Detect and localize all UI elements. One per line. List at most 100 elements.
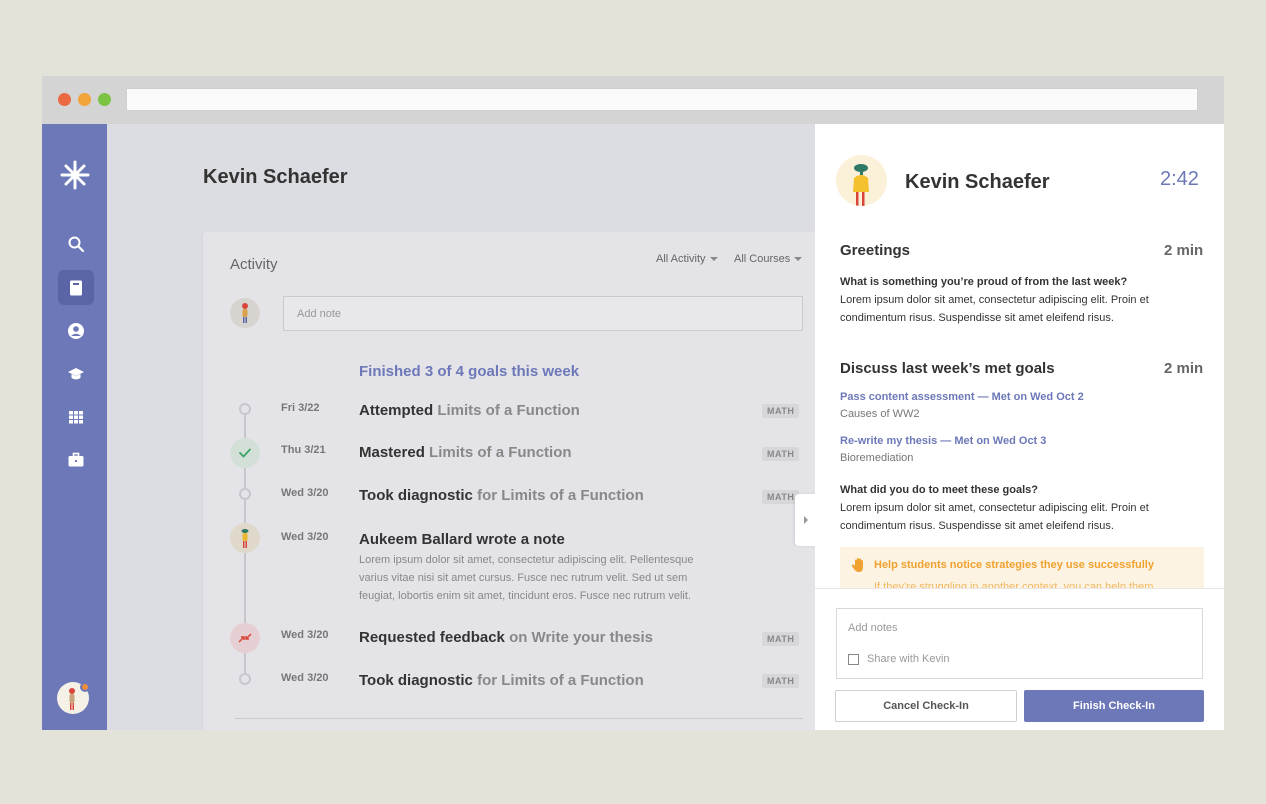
finish-checkin-button[interactable]: Finish Check-In (1024, 690, 1204, 722)
timeline-marker (230, 523, 260, 553)
briefcase-icon (68, 452, 84, 466)
checkin-notes-field[interactable]: Add notes Share with Kevin (836, 608, 1203, 679)
author-avatar (230, 298, 260, 328)
timeline-marker (230, 438, 260, 468)
goals-summary: Finished 3 of 4 goals this week (359, 363, 580, 380)
timeline-date: Wed 3/20 (281, 672, 329, 684)
person-illustration-icon (242, 303, 248, 323)
sidebar-item-courses[interactable] (58, 356, 94, 391)
browser-window: Kevin Schaefer Activity All Activity All… (42, 76, 1224, 730)
goal-link[interactable]: Pass content assessment — Met on Wed Oct… (840, 391, 1084, 403)
sidebar (42, 124, 107, 730)
divider (235, 718, 803, 719)
close-window-button[interactable] (58, 93, 71, 106)
subject-badge: MATH (762, 447, 800, 461)
address-bar[interactable] (126, 88, 1198, 111)
cancel-checkin-button[interactable]: Cancel Check-In (835, 690, 1017, 722)
prompt-question: What did you do to meet these goals? (840, 484, 1039, 496)
section-prompt: What did you do to meet these goals? Lor… (840, 481, 1180, 535)
minimize-window-button[interactable] (78, 93, 91, 106)
subject-badge: MATH (762, 632, 800, 646)
user-avatar[interactable] (57, 682, 90, 714)
chevron-down-icon (794, 257, 803, 262)
chevron-right-icon (804, 516, 808, 524)
sidebar-item-profile[interactable] (58, 313, 94, 348)
sidebar-item-search[interactable] (58, 226, 94, 261)
hand-icon (851, 558, 863, 572)
feedback-arrows-icon (238, 633, 252, 643)
subject-badge: MATH (762, 674, 800, 688)
subject-badge: MATH (762, 490, 800, 504)
coaching-tip: Help students notice strategies they use… (840, 547, 1204, 591)
sidebar-item-book[interactable] (58, 270, 94, 305)
prompt-answer: Lorem ipsum dolor sit amet, consectetur … (840, 502, 1149, 532)
timeline-action: Aukeem Ballard wrote a note (359, 531, 565, 548)
timeline-object: on Write your thesis (509, 629, 653, 646)
course-filter-dropdown[interactable]: All Courses (734, 253, 803, 265)
section-duration: 2 min (1164, 360, 1204, 377)
book-icon (70, 280, 82, 295)
notification-dot (80, 682, 90, 692)
goal-course: Bioremediation (840, 452, 914, 464)
checkbox-icon[interactable] (848, 653, 859, 665)
timeline-marker (239, 403, 251, 415)
timeline-object: Limits of a Function (437, 402, 580, 419)
timeline-action: Attempted (359, 402, 434, 419)
graduation-cap-icon (68, 367, 84, 379)
share-checkbox[interactable]: Share with Kevin (848, 653, 950, 665)
course-filter-label: All Courses (734, 253, 791, 265)
browser-chrome (42, 76, 1224, 124)
person-illustration-icon (853, 164, 869, 206)
person-illustration-icon (241, 529, 249, 548)
logo-icon (60, 160, 90, 190)
maximize-window-button[interactable] (98, 93, 111, 106)
timeline-object: Limits of a Function (429, 444, 572, 461)
timeline-marker (230, 623, 260, 653)
note-body: Lorem ipsum dolor sit amet, consectetur … (359, 554, 694, 602)
user-circle-icon (68, 322, 84, 339)
add-note-input[interactable]: Add note (283, 296, 803, 331)
prompt-question: What is something you’re proud of from t… (840, 276, 1128, 288)
sidebar-item-apps[interactable] (58, 399, 94, 434)
search-icon (68, 236, 85, 252)
timeline-date: Thu 3/21 (281, 444, 326, 456)
collapse-panel-button[interactable] (795, 494, 817, 546)
check-icon (239, 448, 251, 458)
timeline-date: Wed 3/20 (281, 629, 329, 641)
grid-icon (69, 410, 83, 423)
section-title: Greetings (840, 242, 911, 259)
notes-placeholder: Add notes (848, 622, 898, 634)
activity-filter-label: All Activity (656, 253, 706, 265)
timeline-marker (239, 488, 251, 500)
activity-title: Activity (230, 256, 278, 273)
prompt-answer: Lorem ipsum dolor sit amet, consectetur … (840, 294, 1149, 324)
timeline-object: for Limits of a Function (477, 672, 644, 689)
checkin-footer: Add notes Share with Kevin Cancel Check-… (815, 588, 1224, 730)
student-avatar (836, 155, 887, 206)
section-title: Discuss last week’s met goals (840, 360, 1055, 377)
sidebar-item-portfolio[interactable] (58, 442, 94, 477)
section-duration: 2 min (1164, 242, 1204, 259)
checkin-timer: 2:42 (1160, 168, 1199, 190)
timeline-action: Took diagnostic (359, 672, 473, 689)
timeline-action: Mastered (359, 444, 425, 461)
timeline-action: Requested feedback (359, 629, 505, 646)
section-prompt: What is something you’re proud of from t… (840, 273, 1180, 327)
timeline-action: Took diagnostic (359, 487, 473, 504)
page-title: Kevin Schaefer (203, 166, 348, 188)
timeline-date: Wed 3/20 (281, 531, 329, 543)
activity-card: Activity All Activity All Courses Add no… (203, 232, 815, 730)
activity-filter-dropdown[interactable]: All Activity (656, 253, 718, 265)
chevron-down-icon (709, 257, 718, 262)
goal-course: Causes of WW2 (840, 408, 920, 420)
timeline-marker (239, 673, 251, 685)
student-profile-main: Kevin Schaefer Activity All Activity All… (107, 124, 815, 730)
share-label: Share with Kevin (867, 653, 950, 665)
goal-link[interactable]: Re-write my thesis — Met on Wed Oct 3 (840, 435, 1046, 447)
checkin-panel: Kevin Schaefer 2:42 Greetings 2 min What… (815, 124, 1224, 730)
checkin-student-name: Kevin Schaefer (905, 171, 1050, 193)
subject-badge: MATH (762, 404, 800, 418)
tip-title: Help students notice strategies they use… (874, 559, 1154, 571)
timeline-date: Fri 3/22 (281, 402, 320, 414)
timeline-object: for Limits of a Function (477, 487, 644, 504)
